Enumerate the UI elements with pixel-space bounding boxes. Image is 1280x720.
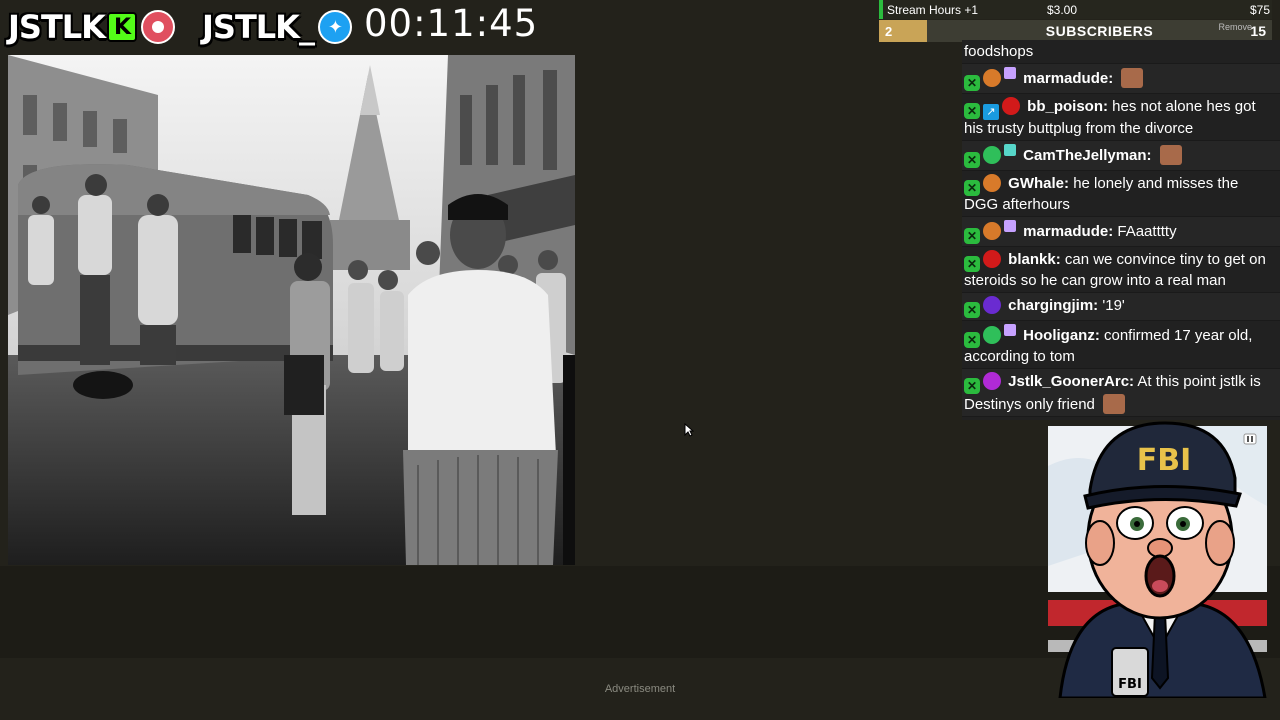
stream-timer: 00:11:45 bbox=[364, 2, 539, 45]
mod-icon: ✕ bbox=[964, 152, 980, 168]
chat-message: ✕ Jstlk_GoonerArc: At this point jstlk i… bbox=[962, 369, 1280, 417]
kick-brand: JSTLK K bbox=[8, 8, 175, 46]
shared-photo[interactable] bbox=[8, 55, 575, 565]
message-text: foodshops bbox=[964, 43, 1034, 60]
kick-icon: K bbox=[106, 12, 137, 42]
chat-username[interactable]: bb_poison: bbox=[1027, 98, 1108, 115]
mod-icon: ✕ bbox=[964, 378, 980, 394]
chat-username[interactable]: CamTheJellyman: bbox=[1023, 147, 1151, 164]
chat-username[interactable]: GWhale: bbox=[1008, 175, 1069, 192]
chat-username[interactable]: blankk: bbox=[1008, 251, 1061, 268]
face-emote-icon bbox=[1159, 145, 1182, 165]
twitter-handle: JSTLK_ bbox=[202, 8, 315, 46]
subathon-rates-bar: Stream Hours +1 $3.00 $75 bbox=[879, 0, 1272, 19]
purple-dot-icon bbox=[983, 296, 1001, 314]
gift-icon bbox=[1004, 144, 1016, 156]
chat-message: ✕ Hooliganz: confirmed 17 year old, acco… bbox=[962, 321, 1280, 369]
mouse-cursor-icon bbox=[684, 423, 694, 437]
chat-username[interactable]: Hooliganz: bbox=[1023, 327, 1100, 344]
red-dot-icon bbox=[1002, 97, 1020, 115]
kick-channel-name: JSTLK bbox=[8, 8, 106, 46]
mod-icon: ✕ bbox=[964, 228, 980, 244]
orange-dot-icon bbox=[983, 69, 1001, 87]
mod-icon: ✕ bbox=[964, 103, 980, 119]
orange-dot-icon bbox=[983, 222, 1001, 240]
progress-marker bbox=[879, 0, 883, 19]
sword-icon: ↗ bbox=[983, 104, 999, 120]
chat-message-truncated: foodshops bbox=[962, 40, 1280, 64]
mod-icon: ✕ bbox=[964, 180, 980, 196]
chat-panel[interactable]: foodshops ✕ marmadude: ✕ ↗ bb_poison: hes… bbox=[962, 40, 1280, 420]
face-emote-icon bbox=[1103, 394, 1126, 414]
hat-text: FBI bbox=[1137, 443, 1192, 478]
gift-icon bbox=[1004, 220, 1016, 232]
chat-message: ✕ marmadude: FAaatttty bbox=[962, 217, 1280, 247]
gift-icon bbox=[1004, 324, 1016, 336]
chat-username[interactable]: marmadude: bbox=[1023, 70, 1113, 87]
mod-icon: ✕ bbox=[964, 256, 980, 272]
chat-username[interactable]: chargingjim: bbox=[1008, 297, 1098, 314]
message-text: he lonely and misses the DGG afterhours bbox=[964, 175, 1239, 213]
face-emote-icon bbox=[1121, 68, 1144, 88]
mod-icon: ✕ bbox=[964, 332, 980, 348]
magenta-dot-icon bbox=[983, 372, 1001, 390]
chat-username[interactable]: marmadude: bbox=[1023, 223, 1113, 240]
record-icon bbox=[140, 10, 175, 44]
subscriber-goal: 15 bbox=[1250, 23, 1266, 39]
price-large: $75 bbox=[1249, 2, 1270, 17]
message-text: FAaatttty bbox=[1117, 223, 1177, 240]
chat-message: ✕ marmadude: bbox=[962, 64, 1280, 94]
mod-icon: ✕ bbox=[964, 75, 980, 91]
street-scene-image bbox=[8, 55, 575, 565]
green-dot-icon bbox=[983, 146, 1001, 164]
twitter-brand: JSTLK_ ✦ bbox=[202, 8, 352, 46]
gift-icon bbox=[1004, 67, 1016, 79]
twitter-icon: ✦ bbox=[317, 10, 352, 44]
fbi-cartoon-avatar: FBI FBI bbox=[1058, 421, 1267, 698]
stream-hours-label: Stream Hours +1 bbox=[887, 2, 979, 17]
red-dot-icon bbox=[983, 250, 1001, 268]
message-text: '19' bbox=[1102, 297, 1125, 314]
chat-message: ✕ chargingjim: '19' bbox=[962, 293, 1280, 321]
orange-dot-icon bbox=[983, 174, 1001, 192]
chat-message: ✕ blankk: can we convince tiny to get on… bbox=[962, 247, 1280, 293]
badge-text: FBI bbox=[1118, 677, 1142, 692]
chat-message: ✕ ↗ bb_poison: hes not alone hes got his … bbox=[962, 94, 1280, 141]
chat-message: ✕ CamTheJellyman: bbox=[962, 141, 1280, 171]
remove-label: Remove bbox=[1218, 22, 1252, 32]
mod-icon: ✕ bbox=[964, 302, 980, 318]
green-dot-icon bbox=[983, 326, 1001, 344]
price-small: $3.00 bbox=[1047, 2, 1078, 17]
chat-message: ✕ GWhale: he lonely and misses the DGG a… bbox=[962, 171, 1280, 217]
chat-username[interactable]: Jstlk_GoonerArc: bbox=[1008, 373, 1134, 390]
subscriber-goal-bar: 2 SUBSCRIBERS Remove 15 bbox=[879, 20, 1272, 42]
subscriber-count: 2 bbox=[879, 20, 927, 42]
